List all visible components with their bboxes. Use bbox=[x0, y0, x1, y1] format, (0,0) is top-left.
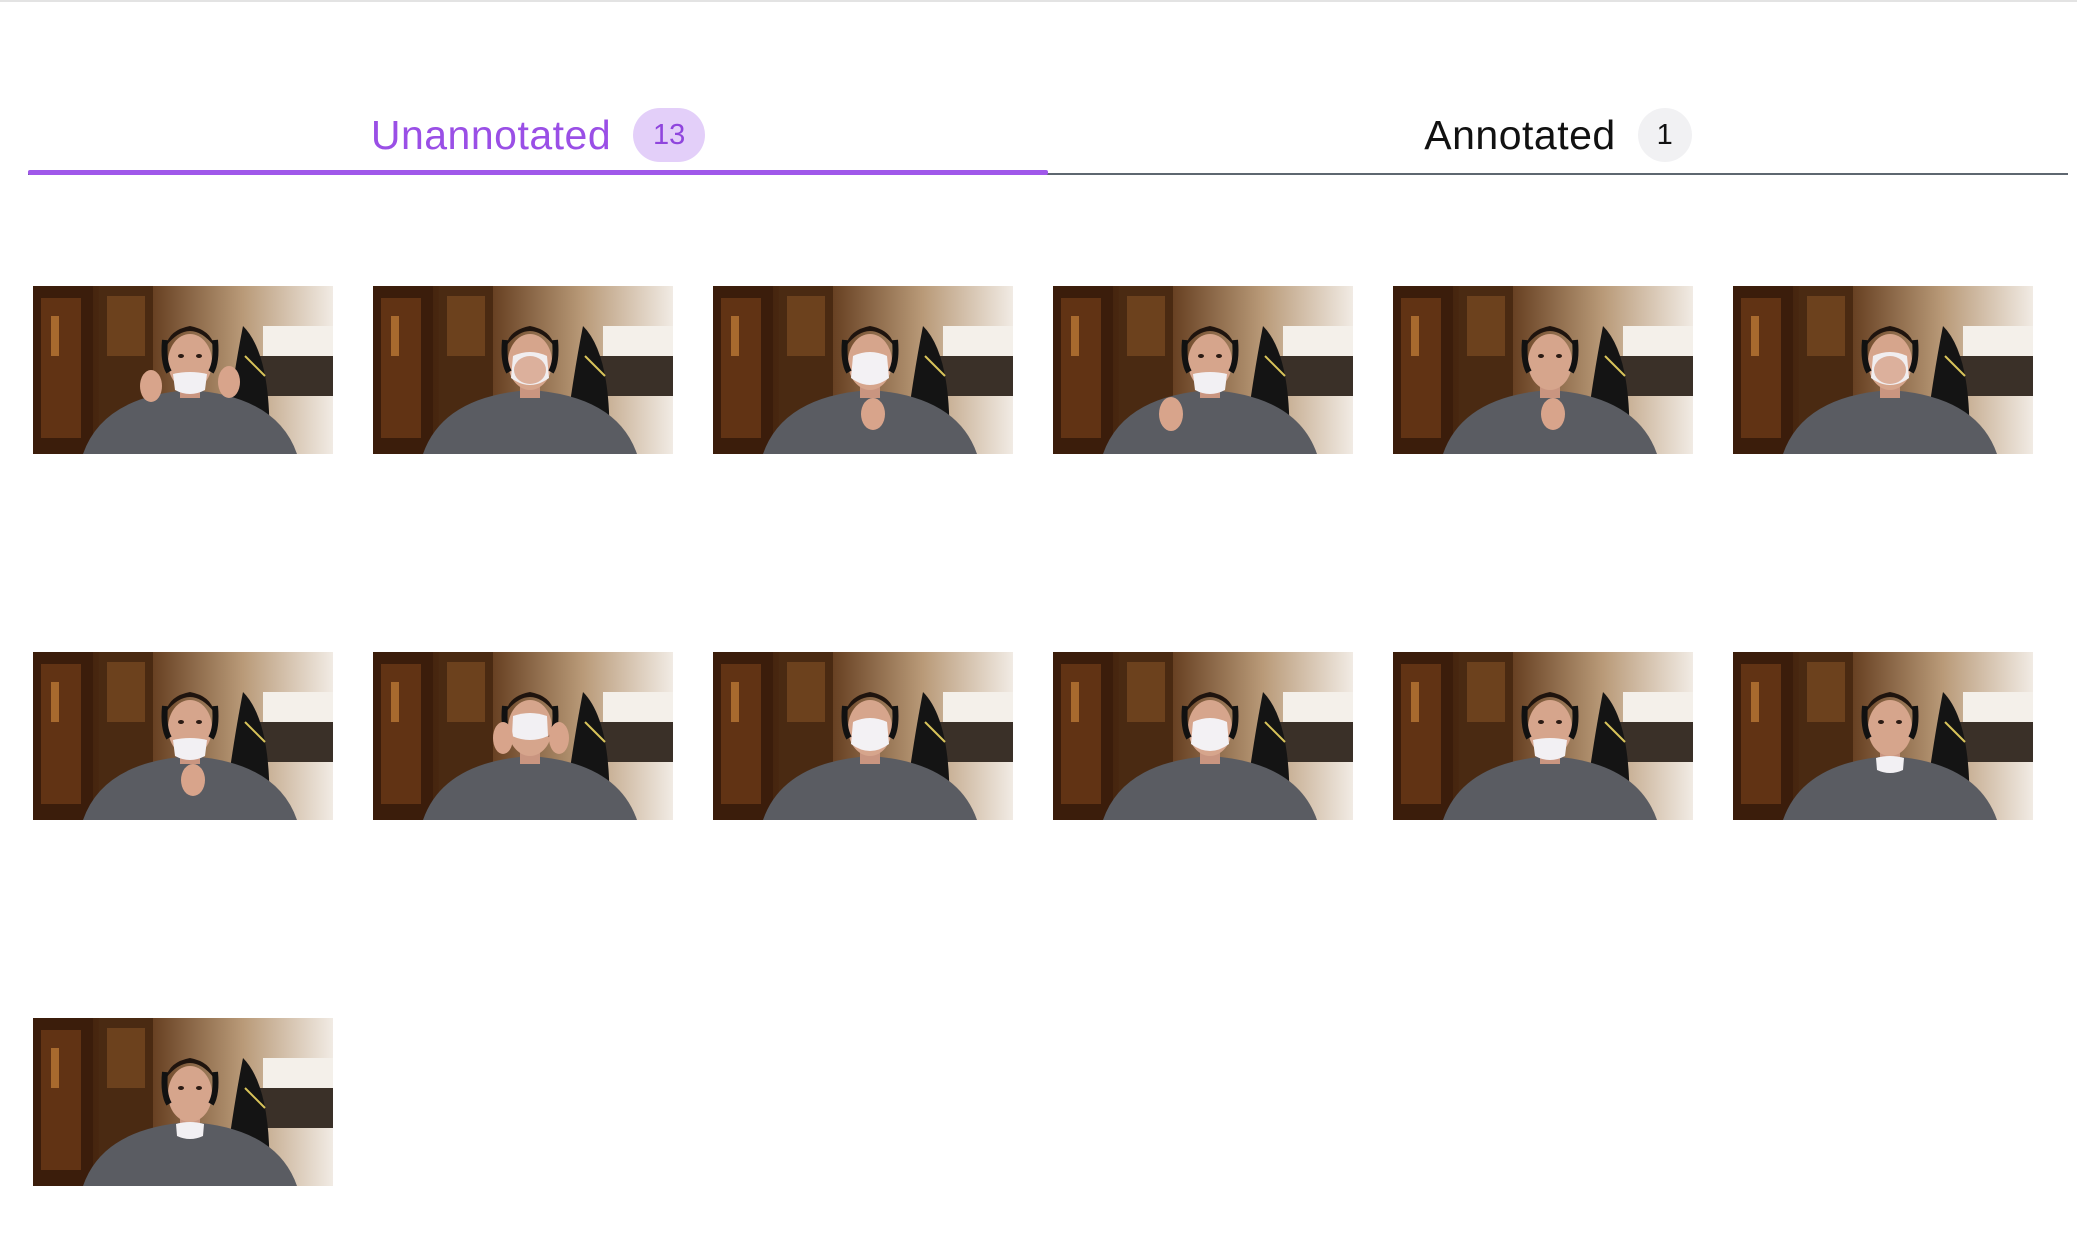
thumbnail-image bbox=[33, 1018, 333, 1186]
thumbnail-image bbox=[1053, 652, 1353, 820]
thumbnail-image bbox=[1393, 286, 1693, 454]
thumbnail-image bbox=[1053, 286, 1353, 454]
thumbnail-frame-1[interactable] bbox=[33, 286, 333, 454]
tab-annotated-label: Annotated bbox=[1424, 111, 1616, 158]
thumbnail-frame-13[interactable] bbox=[33, 1018, 333, 1186]
thumbnail-frame-2[interactable] bbox=[373, 286, 673, 454]
annotated-count-badge: 1 bbox=[1637, 108, 1692, 162]
top-border bbox=[0, 0, 2077, 2]
thumbnail-image bbox=[1393, 652, 1693, 820]
thumbnail-frame-5[interactable] bbox=[1393, 286, 1693, 454]
thumbnail-frame-10[interactable] bbox=[1053, 652, 1353, 820]
thumbnail-frame-3[interactable] bbox=[713, 286, 1013, 454]
thumbnail-frame-9[interactable] bbox=[713, 652, 1013, 820]
thumbnail-image bbox=[33, 286, 333, 454]
annotation-tabs: Unannotated 13 Annotated 1 bbox=[28, 96, 2068, 176]
thumbnail-image bbox=[713, 286, 1013, 454]
thumbnail-image bbox=[373, 652, 673, 820]
thumbnail-frame-12[interactable] bbox=[1733, 652, 2033, 820]
thumbnail-image bbox=[1733, 286, 2033, 454]
unannotated-count-badge: 13 bbox=[633, 108, 706, 162]
tab-unannotated-label: Unannotated bbox=[370, 111, 612, 158]
tab-unannotated[interactable]: Unannotated 13 bbox=[28, 96, 1048, 174]
thumbnail-image bbox=[1733, 652, 2033, 820]
thumbnail-frame-11[interactable] bbox=[1393, 652, 1693, 820]
thumbnail-frame-7[interactable] bbox=[33, 652, 333, 820]
active-tab-indicator bbox=[28, 170, 1048, 175]
thumbnail-image bbox=[33, 652, 333, 820]
thumbnail-frame-4[interactable] bbox=[1053, 286, 1353, 454]
thumbnail-image bbox=[713, 652, 1013, 820]
thumbnail-frame-8[interactable] bbox=[373, 652, 673, 820]
thumbnail-frame-6[interactable] bbox=[1733, 286, 2033, 454]
tab-annotated[interactable]: Annotated 1 bbox=[1048, 96, 2068, 174]
thumbnail-image bbox=[373, 286, 673, 454]
